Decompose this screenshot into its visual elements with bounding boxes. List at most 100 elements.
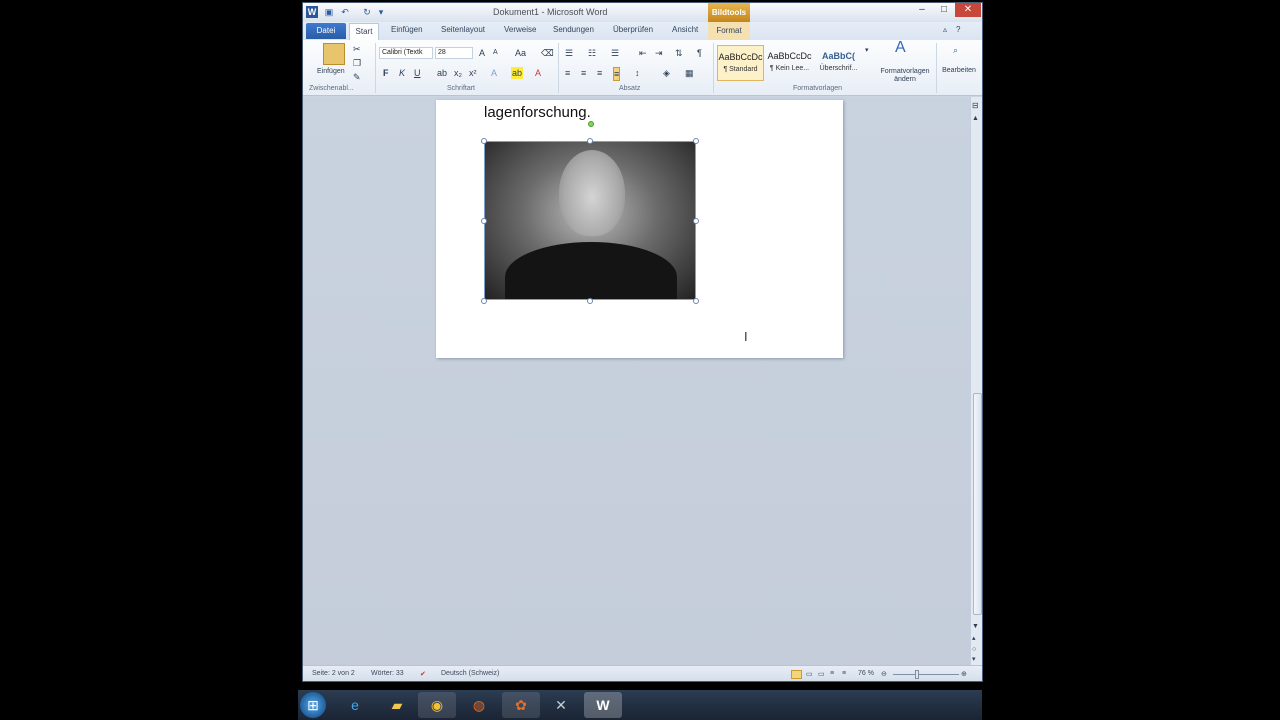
styles-more-icon[interactable]: ▾	[865, 45, 869, 57]
highlight-icon[interactable]: ab	[511, 67, 523, 79]
document-area[interactable]: lagenforschung. I	[303, 97, 970, 665]
style-heading[interactable]: AaBbC( Überschrif...	[815, 45, 862, 81]
resize-handle[interactable]	[587, 138, 593, 144]
text-effects-icon[interactable]: A	[491, 67, 497, 79]
tab-start[interactable]: Start	[349, 23, 379, 40]
resize-handle[interactable]	[481, 298, 487, 304]
media-app-icon[interactable]: ✿	[502, 692, 540, 718]
internet-explorer-icon[interactable]: e	[336, 692, 374, 718]
subscript-icon[interactable]: x₂	[454, 67, 462, 79]
minimize-button[interactable]: –	[911, 3, 933, 17]
clear-formatting-icon[interactable]: ⌫	[541, 47, 554, 59]
tab-verweise[interactable]: Verweise	[504, 25, 536, 34]
copy-icon[interactable]: ❐	[353, 57, 361, 69]
resize-handle[interactable]	[587, 298, 593, 304]
italic-button[interactable]: K	[399, 67, 405, 79]
language[interactable]: Deutsch (Schweiz)	[441, 670, 499, 677]
undo-icon[interactable]: ↶	[339, 6, 351, 18]
decrease-indent-icon[interactable]: ⇤	[639, 47, 647, 59]
align-center-icon[interactable]: ≡	[581, 67, 586, 79]
line-spacing-icon[interactable]: ↕	[635, 67, 640, 79]
zoom-level[interactable]: 76 %	[858, 670, 874, 677]
cut-icon[interactable]: ✂	[353, 43, 361, 55]
maximize-button[interactable]: □	[933, 3, 955, 17]
redo-icon[interactable]: ↻	[361, 6, 373, 18]
resize-handle[interactable]	[693, 138, 699, 144]
superscript-icon[interactable]: x²	[469, 67, 477, 79]
draft-view-icon[interactable]: ≡	[842, 670, 846, 677]
bold-button[interactable]: F	[383, 67, 389, 79]
resize-handle[interactable]	[481, 138, 487, 144]
justify-icon[interactable]: ≡	[613, 67, 621, 81]
font-size-combo[interactable]: 28	[435, 47, 473, 59]
vertical-scrollbar[interactable]: ⊟ ▲ ▼ ▴ ○ ▾	[970, 97, 982, 665]
tab-einfuegen[interactable]: Einfügen	[391, 25, 423, 34]
strikethrough-icon[interactable]: ab	[437, 67, 447, 79]
style-no-spacing[interactable]: AaBbCcDc ¶ Kein Lee...	[766, 45, 813, 81]
change-styles-icon[interactable]: A	[895, 40, 906, 56]
ribbon-collapse-icon[interactable]: ▵	[943, 25, 947, 34]
tab-ueberpruefen[interactable]: Überprüfen	[613, 25, 653, 34]
help-icon[interactable]: ?	[956, 25, 960, 34]
sort-icon[interactable]: ⇅	[675, 47, 683, 59]
resize-handle[interactable]	[693, 298, 699, 304]
tab-ansicht[interactable]: Ansicht	[672, 25, 698, 34]
print-layout-view-icon[interactable]	[791, 670, 802, 679]
shading-icon[interactable]: ◈	[663, 67, 670, 79]
proofing-icon[interactable]: ✔	[420, 670, 426, 678]
zoom-out-icon[interactable]: ⊖	[881, 670, 887, 678]
paste-button[interactable]: Einfügen	[317, 66, 345, 78]
close-button[interactable]: ✕	[955, 3, 981, 17]
change-case-icon[interactable]: Aa	[515, 47, 526, 59]
tab-sendungen[interactable]: Sendungen	[553, 25, 594, 34]
underline-button[interactable]: U	[414, 67, 421, 79]
outline-view-icon[interactable]: ≡	[830, 670, 834, 677]
multilevel-list-icon[interactable]: ☰	[611, 47, 619, 59]
align-right-icon[interactable]: ≡	[597, 67, 602, 79]
full-screen-view-icon[interactable]: ▭	[806, 670, 813, 678]
word-app-icon[interactable]: W	[306, 6, 318, 18]
zoom-in-icon[interactable]: ⊕	[961, 670, 967, 678]
zoom-slider[interactable]	[893, 674, 959, 675]
resize-handle[interactable]	[481, 218, 487, 224]
align-left-icon[interactable]: ≡	[565, 67, 570, 79]
file-explorer-icon[interactable]: ▰	[378, 692, 416, 718]
rotate-handle[interactable]	[588, 121, 594, 127]
word-count[interactable]: Wörter: 33	[371, 670, 404, 677]
paste-icon[interactable]	[323, 43, 345, 65]
scroll-down-icon[interactable]: ▼	[972, 621, 979, 633]
chrome-icon[interactable]: ◉	[418, 692, 456, 718]
page-count[interactable]: Seite: 2 von 2	[312, 670, 355, 677]
firefox-icon[interactable]: ◍	[460, 692, 498, 718]
tab-format[interactable]: Format	[708, 22, 750, 40]
start-button[interactable]: ⊞	[300, 692, 326, 718]
increase-indent-icon[interactable]: ⇥	[655, 47, 663, 59]
font-color-icon[interactable]: A	[535, 67, 541, 79]
editing-button[interactable]: Bearbeiten	[939, 65, 979, 77]
numbering-icon[interactable]: ☷	[588, 47, 596, 59]
ruler-toggle-icon[interactable]: ⊟	[972, 100, 979, 112]
change-styles-button-line2[interactable]: ändern	[877, 74, 933, 86]
customize-qat-icon[interactable]: ▾	[375, 6, 387, 18]
word-taskbar-icon[interactable]: W	[584, 692, 622, 718]
find-icon[interactable]: ⌕	[953, 44, 958, 56]
borders-icon[interactable]: ▦	[685, 67, 694, 79]
selected-photo[interactable]	[484, 141, 696, 300]
save-icon[interactable]: ▣	[323, 6, 335, 18]
grow-font-icon[interactable]: A	[479, 47, 485, 59]
style-standard[interactable]: AaBbCcDc ¶ Standard	[717, 45, 764, 81]
show-formatting-icon[interactable]: ¶	[697, 47, 702, 59]
scroll-up-icon[interactable]: ▲	[972, 113, 979, 125]
shrink-font-icon[interactable]: A	[493, 47, 498, 59]
tab-seitenlayout[interactable]: Seitenlayout	[441, 25, 485, 34]
tab-datei[interactable]: Datei	[306, 23, 346, 39]
document-text[interactable]: lagenforschung.	[484, 104, 591, 121]
web-layout-view-icon[interactable]: ▭	[818, 670, 825, 678]
zoom-slider-thumb[interactable]	[915, 670, 919, 679]
format-painter-icon[interactable]: ✎	[353, 71, 361, 83]
resize-handle[interactable]	[693, 218, 699, 224]
tools-app-icon[interactable]: ✕	[542, 692, 580, 718]
document-page[interactable]: lagenforschung. I	[436, 100, 843, 358]
font-name-combo[interactable]: Calibri (Textk	[379, 47, 433, 59]
bullets-icon[interactable]: ☰	[565, 47, 573, 59]
